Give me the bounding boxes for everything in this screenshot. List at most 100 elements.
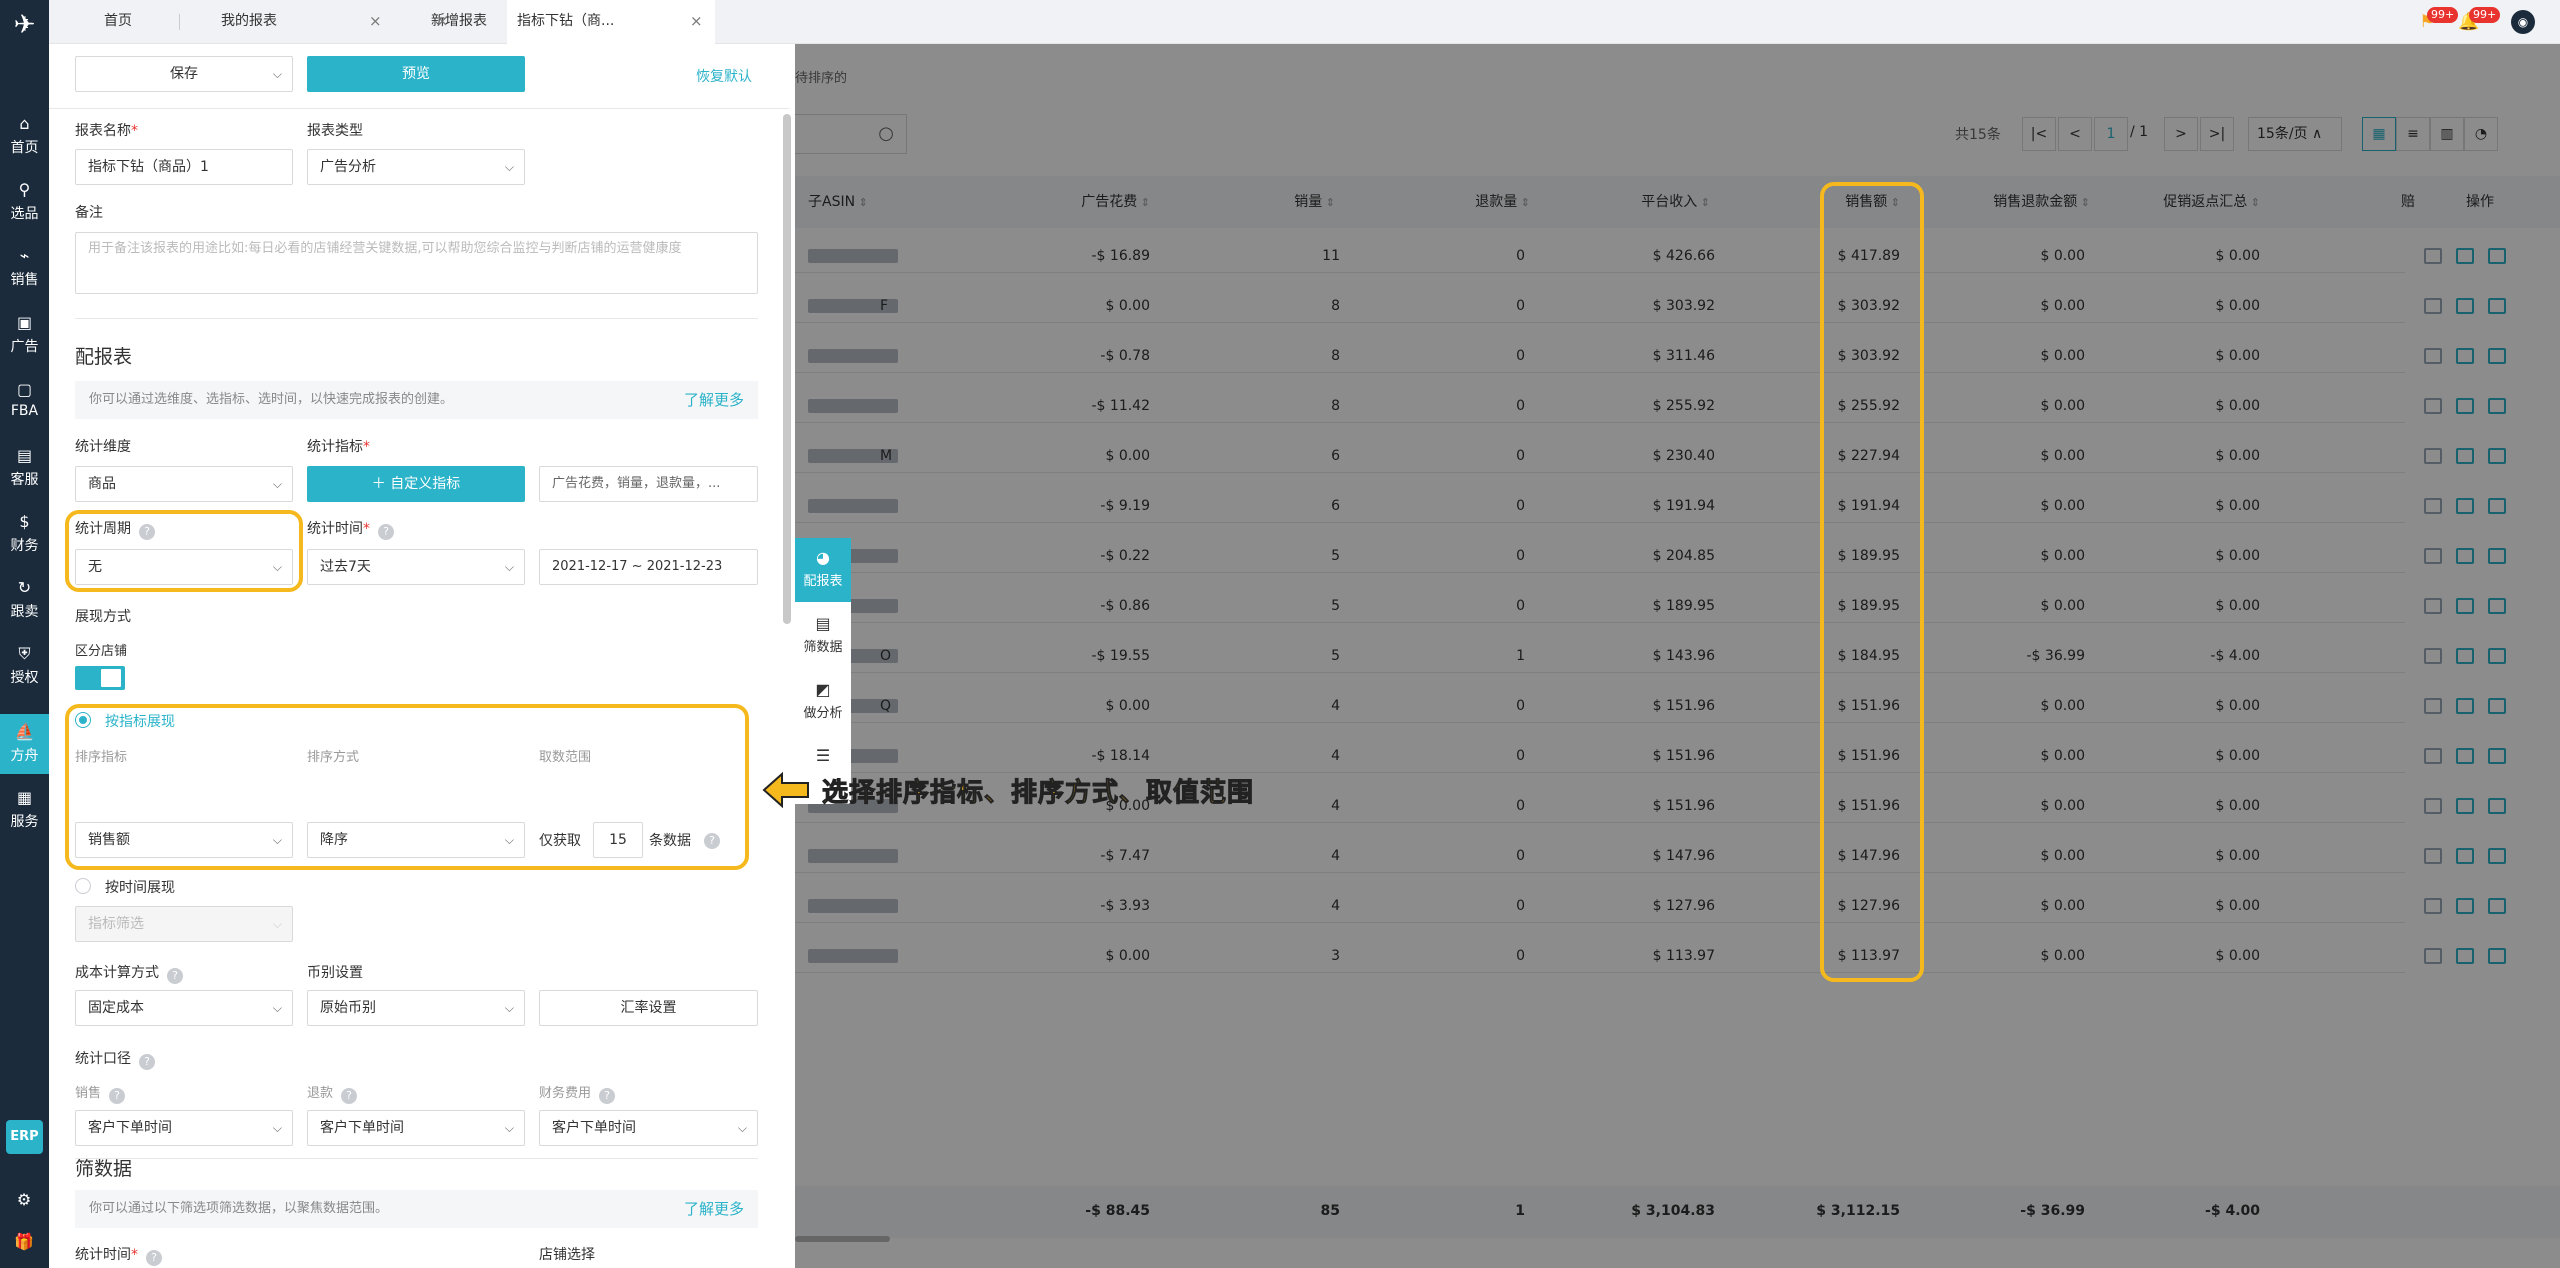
erp-button[interactable]: ERP	[6, 1120, 43, 1154]
detail-icon[interactable]	[2424, 748, 2442, 764]
detail-icon[interactable]	[2424, 448, 2442, 464]
page-input[interactable]: 1	[2094, 117, 2128, 151]
remark-textarea[interactable]: 用于备注该报表的用途比如:每日必看的店铺经营关键数据,可以帮助您综合监控与判断店…	[75, 232, 758, 294]
bar-chart-icon[interactable]	[2488, 648, 2506, 664]
detail-icon[interactable]	[2424, 298, 2442, 314]
bar-chart-icon[interactable]	[2488, 848, 2506, 864]
detail-icon[interactable]	[2424, 698, 2442, 714]
by-time-radio[interactable]	[75, 878, 91, 894]
caliber-sales-select[interactable]: 客户下单时间 ⌵	[75, 1110, 293, 1146]
sidebar-item-10[interactable]: ▦ 服务	[0, 780, 49, 840]
settings-icon[interactable]: ⚙	[14, 1190, 34, 1210]
bell-icon[interactable]: 🔔 99+	[2457, 7, 2501, 34]
metrics-summary-field[interactable]: 广告花费，销量，退款量，...	[539, 466, 758, 502]
trend-icon[interactable]	[2456, 348, 2474, 364]
bar-chart-icon[interactable]	[2488, 598, 2506, 614]
by-store-toggle[interactable]	[75, 666, 125, 690]
last-page-button[interactable]: >|	[2200, 117, 2234, 151]
bar-chart-icon[interactable]	[2488, 398, 2506, 414]
currency-select[interactable]: 原始币别 ⌵	[307, 990, 525, 1026]
sort-icon[interactable]: ⇕	[1322, 196, 1335, 209]
help-icon[interactable]: ?	[378, 524, 394, 540]
reset-default-link[interactable]: 恢复默认	[696, 66, 752, 86]
trend-icon[interactable]	[2456, 548, 2474, 564]
avatar[interactable]: ◉	[2511, 10, 2535, 34]
column-header[interactable]: 促销返点汇总 ⇕	[2150, 188, 2260, 216]
pie-view-icon[interactable]: ◔	[2464, 117, 2498, 151]
sidebar-item-0[interactable]: ⌂ 首页	[0, 106, 49, 166]
bar-chart-icon[interactable]	[2488, 498, 2506, 514]
horizontal-scrollbar[interactable]	[795, 1236, 890, 1242]
sidebar-item-9[interactable]: ⛵ 方舟	[0, 714, 49, 774]
page-size-select[interactable]: 15条/页 ∧	[2248, 117, 2342, 151]
search-icon[interactable]: ○	[878, 123, 894, 144]
sidebar-item-3[interactable]: ▣ 广告	[0, 305, 49, 365]
prev-page-button[interactable]: <	[2058, 117, 2092, 151]
next-page-button[interactable]: >	[2164, 117, 2198, 151]
tab-filter-data[interactable]: ▤ 筛数据	[795, 604, 851, 668]
flag-icon[interactable]: ⚑ 99+	[2415, 7, 2459, 34]
brand-logo-icon[interactable]: ✈	[9, 8, 40, 42]
sidebar-item-5[interactable]: ▤ 客服	[0, 438, 49, 498]
trend-icon[interactable]	[2456, 848, 2474, 864]
table-view-icon[interactable]: ▦	[2362, 117, 2396, 151]
trend-icon[interactable]	[2456, 698, 2474, 714]
bar-chart-icon[interactable]	[2488, 448, 2506, 464]
column-header[interactable]: 子ASIN ⇕	[808, 188, 948, 216]
caliber-finance-select[interactable]: 客户下单时间 ⌵	[539, 1110, 758, 1146]
help-icon[interactable]: ?	[599, 1088, 616, 1104]
trend-icon[interactable]	[2456, 448, 2474, 464]
date-range-input[interactable]: 2021-12-17 ~ 2021-12-23	[539, 549, 758, 585]
bar-chart-icon[interactable]	[2488, 898, 2506, 914]
preview-button[interactable]: 预览	[307, 56, 525, 92]
cost-select[interactable]: 固定成本 ⌵	[75, 990, 293, 1026]
help-icon[interactable]: ?	[146, 1250, 162, 1266]
list-view-icon[interactable]: ≡	[2396, 117, 2430, 151]
detail-icon[interactable]	[2424, 898, 2442, 914]
trend-icon[interactable]	[2456, 748, 2474, 764]
search-input[interactable]: ○	[795, 114, 907, 154]
detail-icon[interactable]	[2424, 348, 2442, 364]
save-button[interactable]: 保存 ⌵	[75, 56, 293, 92]
detail-icon[interactable]	[2424, 948, 2442, 964]
bar-chart-icon[interactable]	[2488, 798, 2506, 814]
column-header[interactable]: 平台收入 ⇕	[1610, 188, 1710, 216]
tab-analysis[interactable]: ◩ 做分析	[795, 670, 851, 734]
gift-icon[interactable]: 🎁	[14, 1232, 34, 1252]
sidebar-item-8[interactable]: ⛨ 授权	[0, 636, 49, 696]
learn-more-link[interactable]: 了解更多	[684, 1190, 744, 1228]
close-icon[interactable]: ×	[690, 0, 703, 42]
help-icon[interactable]: ?	[139, 1054, 155, 1070]
column-header[interactable]: 销售退款金额 ⇕	[1970, 188, 2090, 216]
help-icon[interactable]: ?	[109, 1088, 126, 1104]
detail-icon[interactable]	[2424, 248, 2442, 264]
column-header[interactable]: 退款量 ⇕	[1430, 188, 1530, 216]
exchange-rate-button[interactable]: 汇率设置	[539, 990, 758, 1026]
close-icon[interactable]: ×	[436, 0, 449, 42]
custom-metric-button[interactable]: ＋ 自定义指标	[307, 466, 525, 502]
dimension-select[interactable]: 商品 ⌵	[75, 466, 293, 502]
caliber-refund-select[interactable]: 客户下单时间 ⌵	[307, 1110, 525, 1146]
trend-icon[interactable]	[2456, 398, 2474, 414]
sidebar-item-6[interactable]: $ 财务	[0, 504, 49, 564]
bar-chart-icon[interactable]	[2488, 748, 2506, 764]
bar-chart-view-icon[interactable]: ▥	[2430, 117, 2464, 151]
bar-chart-icon[interactable]	[2488, 548, 2506, 564]
trend-icon[interactable]	[2456, 498, 2474, 514]
trend-icon[interactable]	[2456, 898, 2474, 914]
detail-icon[interactable]	[2424, 598, 2442, 614]
learn-more-link[interactable]: 了解更多	[684, 381, 744, 419]
bar-chart-icon[interactable]	[2488, 248, 2506, 264]
tab-my-reports[interactable]: 我的报表 ×	[221, 0, 382, 44]
detail-icon[interactable]	[2424, 798, 2442, 814]
trend-icon[interactable]	[2456, 248, 2474, 264]
trend-icon[interactable]	[2456, 598, 2474, 614]
trend-icon[interactable]	[2456, 948, 2474, 964]
column-header[interactable]: 销量 ⇕	[1255, 188, 1335, 216]
sort-icon[interactable]: ⇕	[2247, 196, 2260, 209]
sort-icon[interactable]: ⇕	[1697, 196, 1710, 209]
detail-icon[interactable]	[2424, 648, 2442, 664]
sidebar-item-4[interactable]: ▢ FBA	[0, 372, 49, 432]
help-icon[interactable]: ?	[167, 968, 183, 984]
column-header[interactable]: 赔	[2385, 188, 2415, 216]
